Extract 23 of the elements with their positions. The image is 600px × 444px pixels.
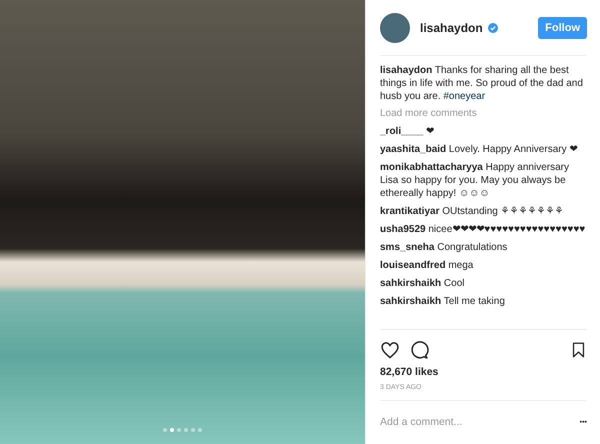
comment: louiseandfred mega — [380, 259, 474, 272]
carousel-dot[interactable] — [163, 428, 167, 432]
hashtag-link[interactable]: #oneyear — [443, 91, 486, 102]
username[interactable]: lisahaydon — [420, 20, 483, 34]
likes-count[interactable]: 82,670 likes — [380, 366, 587, 378]
carousel-dot[interactable] — [191, 428, 195, 432]
caption: lisahaydon Thanks for sharing all the best things in life with me. So proud of the dad and husb you are. #oneyear — [380, 64, 584, 103]
comment: usha9529 nicee❤❤❤❤♥♥♥♥♥♥♥♥♥♥♥♥♥♥♥♥♥ — [380, 223, 586, 236]
carousel-dot[interactable] — [170, 428, 174, 432]
comment: _roli____ ❤ — [380, 125, 436, 138]
comment: sahkirshaikh Tell me taking — [380, 295, 506, 308]
avatar[interactable] — [380, 12, 410, 42]
comment: krantikatiyar OUtstanding ⚘⚘⚘⚘⚘⚘⚘ — [380, 205, 565, 218]
comment: yaashita_baid Lovely. Happy Anniversary ❤ — [380, 143, 578, 156]
comment: sms_sneha Congratulations — [380, 241, 508, 254]
carousel-dot[interactable] — [184, 428, 188, 432]
carousel-dot[interactable] — [198, 428, 202, 432]
comment: monikabhattacharyya Happy anniversary Lisa so happy for you. May you always be ethereally happy! ☺☺☺ — [380, 161, 570, 200]
heart-icon[interactable] — [380, 340, 400, 360]
carousel-dot[interactable] — [177, 428, 181, 432]
comment: sahkirshaikh Cool — [380, 277, 466, 290]
bookmark-icon[interactable] — [570, 340, 587, 360]
comment-icon[interactable] — [409, 340, 429, 360]
